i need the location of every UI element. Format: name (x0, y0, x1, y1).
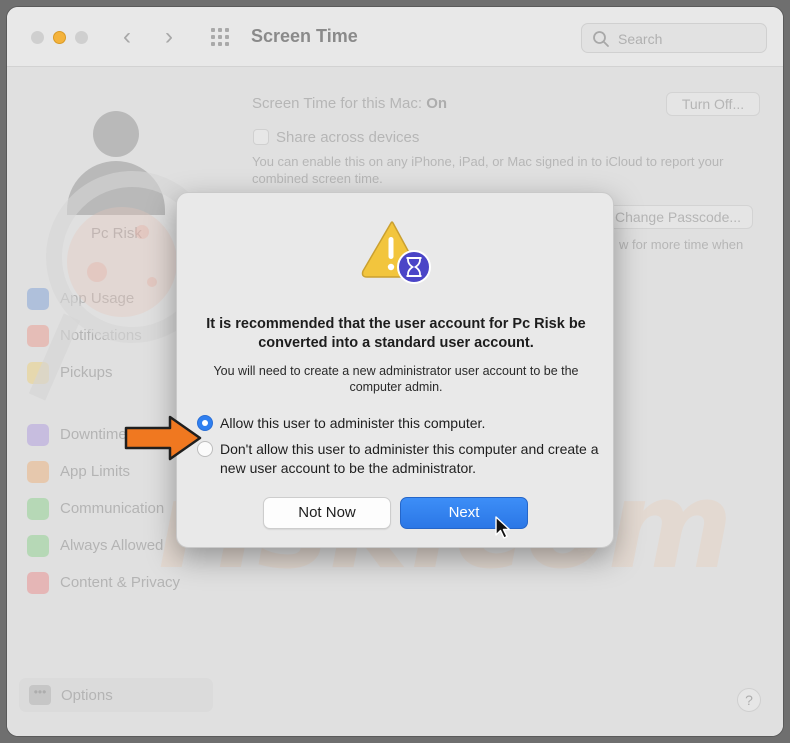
admin-conversion-dialog: It is recommended that the user account … (176, 192, 614, 548)
dialog-title: It is recommended that the user account … (206, 316, 586, 351)
search-placeholder: Search (618, 31, 663, 47)
zoom-window-button[interactable] (75, 31, 88, 44)
window-title: Screen Time (251, 26, 358, 46)
search-icon (593, 31, 609, 47)
warning-icon (361, 221, 431, 284)
orange-arrow-icon (124, 415, 202, 461)
search-input[interactable]: Search (581, 23, 767, 53)
forward-chevron-icon[interactable]: › (165, 25, 173, 49)
not-now-button[interactable]: Not Now (263, 497, 391, 529)
title-bar: ‹ › Screen Time Search (7, 7, 783, 67)
close-window-button[interactable] (31, 31, 44, 44)
back-chevron-icon[interactable]: ‹ (123, 25, 131, 49)
dialog-subtitle: You will need to create a new administra… (213, 364, 579, 394)
show-all-grid-icon[interactable] (211, 28, 233, 46)
minimize-window-button[interactable] (53, 31, 66, 44)
disallow-admin-option-label[interactable]: Don't allow this user to administer this… (220, 440, 605, 478)
mouse-pointer-icon (495, 516, 511, 539)
allow-admin-option-label[interactable]: Allow this user to administer this compu… (220, 414, 485, 433)
